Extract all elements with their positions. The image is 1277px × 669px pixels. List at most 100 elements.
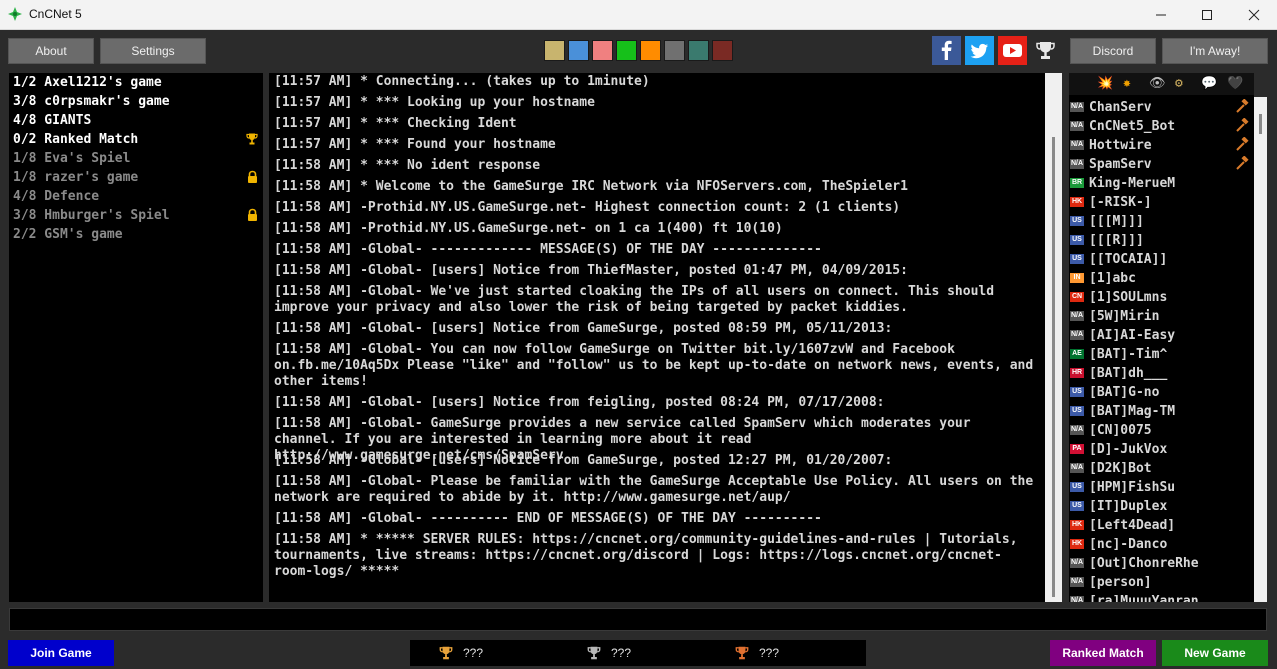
country-flag-icon: US [1070,482,1084,492]
facebook-button[interactable] [932,36,961,65]
color-swatch[interactable] [664,40,685,61]
user-list-item[interactable]: N/A Hottwire [1069,136,1254,155]
about-button[interactable]: About [8,38,94,64]
game-name: 1/8 razer's game [13,170,139,185]
chat-message: [11:57 AM] * *** Found your hostname [274,137,556,152]
user-list-item[interactable]: PA [D]-JukVox [1069,440,1254,459]
close-button[interactable] [1231,0,1277,30]
speech-icon[interactable]: 💬 [1201,76,1217,92]
game-name: 1/8 Eva's Spiel [13,151,131,166]
game-list-item[interactable]: 2/2 GSM's game [13,225,261,244]
game-list-item[interactable]: 4/8 Defence [13,187,261,206]
game-list-item[interactable]: 3/8 Hmburger's Spiel [13,206,261,225]
game-list-item[interactable]: 1/8 razer's game [13,168,261,187]
user-list-item[interactable]: N/A [D2K]Bot [1069,459,1254,478]
maximize-icon [1202,10,1212,20]
chat-message-input[interactable] [9,608,1267,631]
user-list-item[interactable]: US [HPM]FishSu [1069,478,1254,497]
minimize-button[interactable] [1138,0,1184,30]
burst-icon[interactable]: ✸ [1123,76,1131,92]
game-list-item[interactable]: 3/8 c0rpsmakr's game [13,92,261,111]
user-list-scrollbar[interactable] [1254,97,1267,602]
country-flag-icon: N/A [1070,425,1084,435]
new-game-button[interactable]: New Game [1162,640,1268,666]
country-flag-icon: CN [1070,292,1084,302]
cncnet-logo-icon [8,7,22,21]
user-list-item[interactable]: HR [BAT]dh___ [1069,364,1254,383]
user-name: [CN]0075 [1089,423,1152,438]
user-name: [1]abc [1089,271,1136,286]
user-name: [[[R]]] [1089,233,1144,248]
trophy-icon [734,645,750,666]
eye-icon[interactable]: 👁 [1149,76,1166,92]
game-name: 3/8 c0rpsmakr's game [13,94,170,109]
user-list-item[interactable]: N/A ChanServ [1069,98,1254,117]
game-list[interactable]: 1/2 Axel1212's game 3/8 c0rpsmakr's game 4… [9,73,263,602]
user-list-item[interactable]: US [BAT]G-no [1069,383,1254,402]
user-list-item[interactable]: US [[[M]]] [1069,212,1254,231]
discord-button[interactable]: Discord [1070,38,1156,64]
ranked-match-button[interactable]: Ranked Match [1050,640,1156,666]
heart-icon[interactable]: 🖤 [1227,76,1243,92]
color-swatch[interactable] [688,40,709,61]
user-list-item[interactable]: BR King-MerueM [1069,174,1254,193]
country-flag-icon: US [1070,387,1084,397]
join-game-button[interactable]: Join Game [8,640,114,666]
explosion-icon[interactable]: 💥 [1097,76,1113,92]
user-list-item[interactable]: IN [1]abc [1069,269,1254,288]
country-flag-icon: N/A [1070,596,1084,602]
user-list[interactable]: 💥 ✸ 👁 ⚙ 💬 🖤 N/A ChanServ N/A CnCNet5_Bot N/A Hottw… [1069,73,1254,602]
country-flag-icon: N/A [1070,311,1084,321]
user-list-item[interactable]: N/A [Out]ChonreRhe [1069,554,1254,573]
user-list-item[interactable]: N/A [CN]0075 [1069,421,1254,440]
chat-message: [11:58 AM] -Global- You can now follow G… [274,342,1042,389]
user-list-item[interactable]: N/A [person] [1069,573,1254,592]
color-swatch[interactable] [616,40,637,61]
country-flag-icon: N/A [1070,102,1084,112]
user-list-item[interactable]: N/A [ra]MuuuYanran [1069,592,1254,602]
country-flag-icon: HK [1070,520,1084,530]
user-list-item[interactable]: AE [BAT]-Tim^ [1069,345,1254,364]
country-flag-icon: N/A [1070,121,1084,131]
away-button[interactable]: I'm Away! [1162,38,1268,64]
user-list-item[interactable]: US [[[R]]] [1069,231,1254,250]
user-list-item[interactable]: HK [-RISK-] [1069,193,1254,212]
user-name: [BAT]dh___ [1089,366,1168,381]
user-list-item[interactable]: US [[TOCAIA]] [1069,250,1254,269]
chat-message: [11:58 AM] -Global- [users] Notice from … [274,453,893,468]
user-name: [BAT]G-no [1089,385,1160,400]
country-flag-icon: N/A [1070,159,1084,169]
user-list-item[interactable]: HK [Left4Dead] [1069,516,1254,535]
user-list-item[interactable]: N/A [5W]Mirin [1069,307,1254,326]
twitter-button[interactable] [965,36,994,65]
chat-scrollbar[interactable] [1045,73,1062,602]
youtube-button[interactable] [998,36,1027,65]
maximize-button[interactable] [1184,0,1230,30]
game-list-item[interactable]: 4/8 GIANTS [13,111,261,130]
user-list-item[interactable]: N/A [AI]AI-Easy [1069,326,1254,345]
game-list-item[interactable]: 0/2 Ranked Match [13,130,261,149]
color-swatch[interactable] [544,40,565,61]
color-swatch[interactable] [712,40,733,61]
settings-button[interactable]: Settings [100,38,206,64]
user-list-item[interactable]: US [IT]Duplex [1069,497,1254,516]
game-list-item[interactable]: 1/8 Eva's Spiel [13,149,261,168]
chat-scrollbar-thumb[interactable] [1052,137,1055,597]
game-name: 3/8 Hmburger's Spiel [13,208,170,223]
color-swatch[interactable] [568,40,589,61]
user-list-item[interactable]: N/A SpamServ [1069,155,1254,174]
user-list-item[interactable]: US [BAT]Mag-TM [1069,402,1254,421]
color-swatch[interactable] [640,40,661,61]
game-list-item[interactable]: 1/2 Axel1212's game [13,73,261,92]
game-name: 0/2 Ranked Match [13,132,139,147]
color-swatch[interactable] [592,40,613,61]
user-list-item[interactable]: HK [nc]-Danco [1069,535,1254,554]
user-list-scrollbar-thumb[interactable] [1259,114,1262,134]
chat-message: [11:58 AM] -Global- [users] Notice from … [274,263,908,278]
game-name: 4/8 Defence [13,189,100,204]
gear-icon[interactable]: ⚙ [1175,76,1183,92]
country-flag-icon: AE [1070,349,1084,359]
user-list-item[interactable]: CN [1]SOULmns [1069,288,1254,307]
user-list-item[interactable]: N/A CnCNet5_Bot [1069,117,1254,136]
ladder-trophy-button[interactable] [1031,36,1060,65]
